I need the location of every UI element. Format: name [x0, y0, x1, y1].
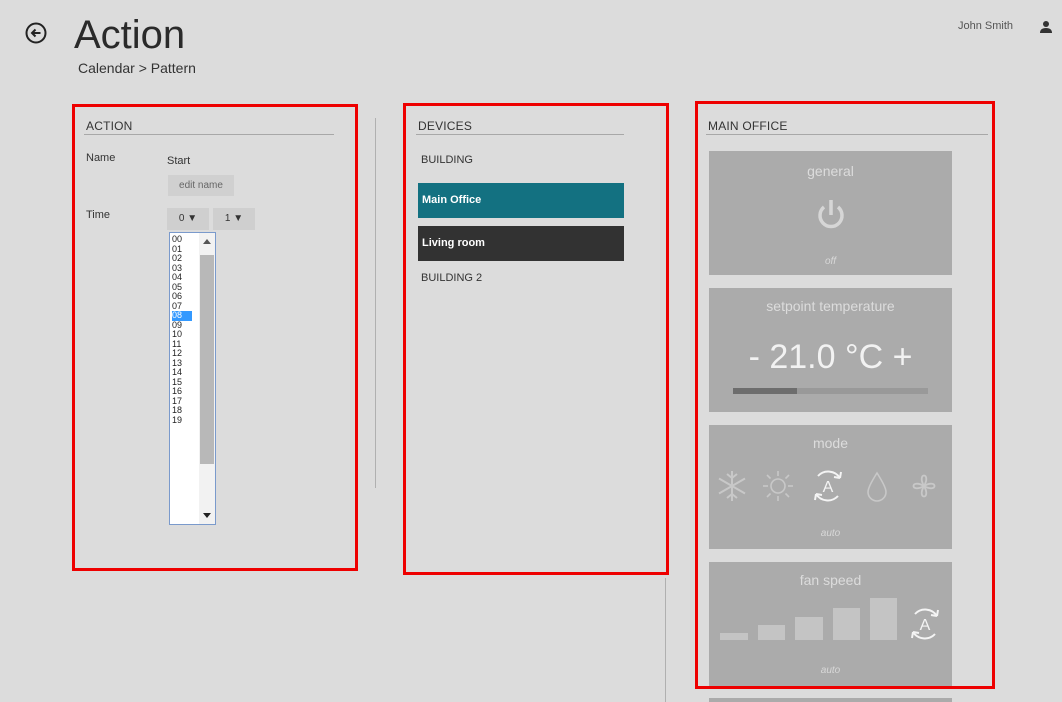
annotation-box: [403, 103, 669, 575]
back-arrow-icon[interactable]: [25, 22, 47, 44]
column-divider: [375, 118, 376, 488]
user-icon[interactable]: [1039, 20, 1053, 34]
annotation-box: [72, 104, 358, 571]
breadcrumb: Calendar > Pattern: [78, 60, 196, 76]
user-name[interactable]: John Smith: [958, 20, 1013, 32]
page-title: Action: [74, 13, 186, 57]
annotation-box: [695, 101, 995, 689]
column-divider: [665, 578, 666, 702]
next-card: [709, 698, 952, 702]
